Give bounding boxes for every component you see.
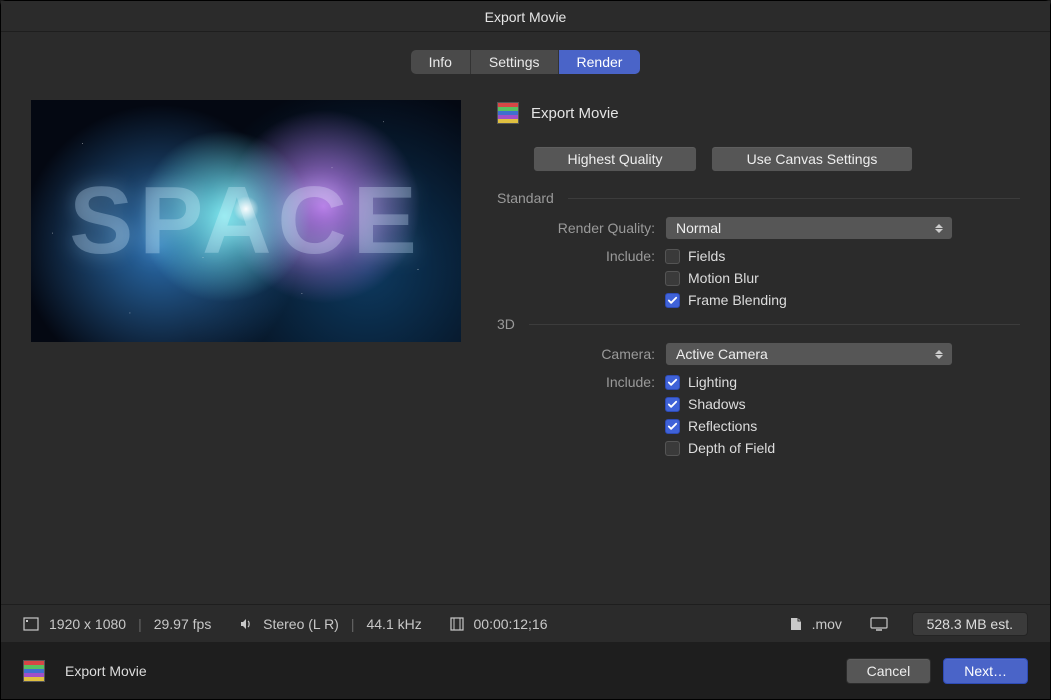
frame-blending-checkbox[interactable]: Frame Blending (665, 292, 1020, 308)
motion-blur-label: Motion Blur (688, 270, 759, 286)
display-icon (870, 617, 888, 631)
camera-label: Camera: (497, 346, 665, 362)
next-button[interactable]: Next… (943, 658, 1028, 684)
preview-thumbnail: SPACE (31, 100, 461, 342)
shadows-label: Shadows (688, 396, 746, 412)
status-fps: 29.97 fps (154, 616, 212, 632)
footer-bar: Export Movie Cancel Next… (1, 642, 1050, 699)
tab-bar: Info Settings Render (411, 50, 641, 74)
status-size-estimate: 528.3 MB est. (912, 612, 1028, 636)
film-icon (450, 617, 464, 631)
status-dimensions: 1920 x 1080 (49, 616, 126, 632)
render-quality-select[interactable]: Normal (665, 216, 953, 240)
motion-blur-checkbox[interactable]: Motion Blur (665, 270, 1020, 286)
chevron-updown-icon (935, 219, 947, 237)
chevron-updown-icon (935, 345, 947, 363)
status-extension: .mov (812, 616, 842, 632)
tab-render[interactable]: Render (559, 50, 641, 74)
use-canvas-settings-button[interactable]: Use Canvas Settings (711, 146, 913, 172)
depth-of-field-checkbox[interactable]: Depth of Field (665, 440, 1020, 456)
shadows-checkbox[interactable]: Shadows (665, 396, 1020, 412)
main-area: Info Settings Render SPACE Export Movie … (1, 32, 1050, 604)
depth-of-field-label: Depth of Field (688, 440, 775, 456)
highest-quality-button[interactable]: Highest Quality (533, 146, 697, 172)
window-title: Export Movie (1, 1, 1050, 32)
reflections-checkbox[interactable]: Reflections (665, 418, 1020, 434)
cancel-button[interactable]: Cancel (846, 658, 932, 684)
status-duration: 00:00:12;16 (474, 616, 548, 632)
tab-info[interactable]: Info (411, 50, 471, 74)
app-icon (23, 660, 45, 682)
section-header-standard: Standard (497, 190, 554, 206)
frame-blending-label: Frame Blending (688, 292, 787, 308)
speaker-icon (239, 617, 253, 631)
tab-settings[interactable]: Settings (471, 50, 559, 74)
status-bar: 1920 x 1080 | 29.97 fps Stereo (L R) | 4… (1, 604, 1050, 642)
render-quality-label: Render Quality: (497, 220, 665, 236)
export-movie-dialog: Export Movie Info Settings Render SPACE … (0, 0, 1051, 700)
fields-label: Fields (688, 248, 725, 264)
render-options: Export Movie Highest Quality Use Canvas … (497, 100, 1020, 604)
document-icon (790, 617, 802, 631)
lighting-checkbox[interactable]: Lighting (665, 374, 1020, 390)
section-header-3d: 3D (497, 316, 515, 332)
frame-icon (23, 617, 39, 631)
3d-include-label: Include: (497, 374, 665, 390)
status-sample-rate: 44.1 kHz (366, 616, 421, 632)
panel-heading: Export Movie (531, 105, 619, 122)
footer-title: Export Movie (65, 663, 147, 679)
lighting-label: Lighting (688, 374, 737, 390)
render-quality-value: Normal (676, 220, 721, 236)
standard-include-label: Include: (497, 248, 665, 264)
camera-select[interactable]: Active Camera (665, 342, 953, 366)
camera-value: Active Camera (676, 346, 768, 362)
app-icon (497, 102, 519, 124)
fields-checkbox[interactable]: Fields (665, 248, 1020, 264)
status-audio: Stereo (L R) (263, 616, 339, 632)
preview-text: SPACE (31, 100, 461, 342)
reflections-label: Reflections (688, 418, 757, 434)
